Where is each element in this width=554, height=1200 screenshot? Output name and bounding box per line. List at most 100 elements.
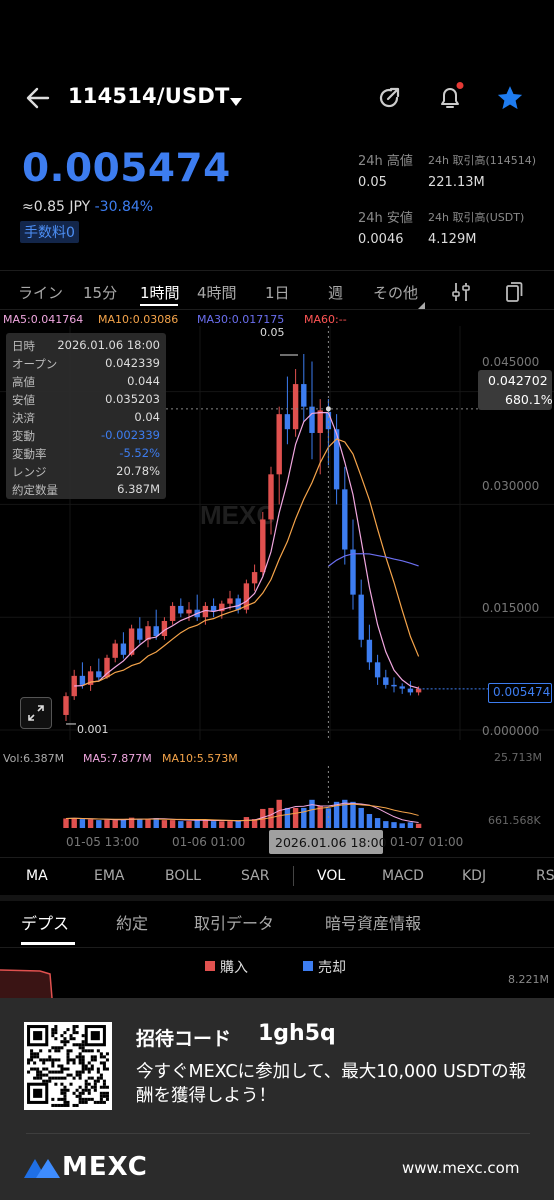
volume-bar xyxy=(104,819,110,828)
candle xyxy=(161,620,168,636)
qr-module xyxy=(84,1082,88,1086)
candle xyxy=(235,598,241,610)
qr-module xyxy=(39,1076,43,1080)
qr-module xyxy=(84,1088,88,1092)
indicator-sar[interactable]: SAR xyxy=(241,868,269,884)
qr-module xyxy=(102,1064,106,1068)
indicator-kdj[interactable]: KDJ xyxy=(462,868,486,884)
qr-module xyxy=(36,1076,40,1080)
back-button[interactable] xyxy=(24,84,52,112)
tab-trades[interactable]: 約定 xyxy=(116,910,148,934)
tab-line[interactable]: ライン xyxy=(18,282,63,303)
tooltip-row: 変動率 -5.52% xyxy=(12,446,160,464)
qr-module xyxy=(93,1055,97,1059)
qr-module xyxy=(81,1091,85,1095)
qr-module xyxy=(87,1082,91,1086)
qr-module xyxy=(78,1085,82,1089)
volume-bar xyxy=(309,799,315,828)
qr-module xyxy=(51,1103,55,1107)
pair-dropdown-icon[interactable] xyxy=(229,92,243,111)
candle xyxy=(317,410,323,433)
indicator-ema[interactable]: EMA xyxy=(94,868,125,884)
favorite-button[interactable] xyxy=(496,84,524,116)
low-label: 24h 安値 xyxy=(358,211,413,226)
qr-module xyxy=(45,1073,49,1077)
pair-title[interactable]: 114514/USDT xyxy=(68,84,229,108)
tab-week[interactable]: 週 xyxy=(328,282,343,303)
indicator-macd[interactable]: MACD xyxy=(382,868,424,884)
qr-module xyxy=(102,1055,106,1059)
qr-module xyxy=(54,1046,58,1050)
tab-depth[interactable]: デプス xyxy=(21,910,69,934)
qr-module xyxy=(78,1046,82,1050)
qr-module xyxy=(69,1073,73,1077)
tooltip-row: 日時 2026.01.06 18:00 xyxy=(12,338,160,356)
volume-bar xyxy=(292,807,299,828)
indicator-boll[interactable]: BOLL xyxy=(165,868,201,884)
qr-module xyxy=(69,1037,73,1041)
qr-module xyxy=(93,1085,97,1089)
invite-code[interactable]: 1gh5q xyxy=(258,1021,336,1046)
fullscreen-button[interactable] xyxy=(20,697,52,729)
qr-module xyxy=(102,1094,106,1098)
qr-module xyxy=(51,1058,55,1062)
indicator-settings-button[interactable] xyxy=(451,281,471,307)
qr-module xyxy=(48,1076,52,1080)
buy-legend: 購入 xyxy=(220,960,248,976)
min-price-label: 0.001 xyxy=(77,723,109,736)
qr-module xyxy=(63,1094,67,1098)
qr-module xyxy=(63,1100,67,1104)
qr-module xyxy=(63,1091,67,1095)
qr-module xyxy=(30,1067,34,1071)
qr-module xyxy=(90,1064,94,1068)
tooltip-key: 日時 xyxy=(12,339,35,353)
share-button[interactable] xyxy=(375,84,403,116)
brand-url[interactable]: www.mexc.com xyxy=(402,1159,519,1177)
qr-module xyxy=(30,1049,34,1053)
qr-module xyxy=(99,1052,103,1056)
indicator-ma[interactable]: MA xyxy=(26,868,48,884)
tab-asset-info[interactable]: 暗号資産情報 xyxy=(325,910,421,934)
qr-module xyxy=(60,1076,64,1080)
qr-module xyxy=(51,1031,55,1035)
qr-module xyxy=(30,1052,34,1056)
qr-module xyxy=(57,1064,61,1068)
tab-1d[interactable]: 1日 xyxy=(265,282,290,303)
alert-button[interactable] xyxy=(435,82,465,116)
qr-module xyxy=(69,1034,73,1038)
qr-module xyxy=(78,1058,82,1062)
candle xyxy=(391,684,397,687)
ohlc-tooltip: 日時 2026.01.06 18:00 オープン 0.042339 高値 0.044 安値 0… xyxy=(6,333,166,499)
tab-15m[interactable]: 15分 xyxy=(83,282,117,303)
qr-module xyxy=(30,1055,34,1059)
landscape-button[interactable] xyxy=(504,281,524,307)
tab-4h[interactable]: 4時間 xyxy=(197,282,237,303)
qr-module xyxy=(54,1031,58,1035)
candle xyxy=(169,605,176,621)
depth-max-tick: 8.221M xyxy=(508,973,549,986)
qr-module xyxy=(51,1070,55,1074)
fee-badge[interactable]: 手数料0 xyxy=(20,221,79,243)
qr-module xyxy=(84,1067,88,1071)
tab-more[interactable]: その他 xyxy=(373,282,418,303)
qr-module xyxy=(84,1064,88,1068)
divider xyxy=(0,309,554,310)
fiat-price: ≈0.85 JPY xyxy=(22,199,91,215)
tab-trade-data[interactable]: 取引データ xyxy=(194,910,274,934)
qr-module xyxy=(99,1094,103,1098)
indicator-rsi[interactable]: RS xyxy=(536,868,554,884)
qr-module xyxy=(102,1079,106,1083)
more-caret-icon xyxy=(418,294,425,313)
high-label: 24h 高値 xyxy=(358,154,413,169)
tab-1h[interactable]: 1時間 xyxy=(140,282,180,303)
candle xyxy=(276,414,282,475)
volume-bar xyxy=(96,820,102,828)
tooltip-row: 決済 0.04 xyxy=(12,410,160,428)
volume-chart[interactable] xyxy=(0,766,554,830)
qr-module xyxy=(81,1061,85,1065)
price-tick: 0.045000 xyxy=(482,355,540,369)
candle xyxy=(120,643,127,655)
tooltip-row: 変動 -0.002339 xyxy=(12,428,160,446)
indicator-vol[interactable]: VOL xyxy=(317,868,345,884)
qr-module xyxy=(39,1058,43,1062)
